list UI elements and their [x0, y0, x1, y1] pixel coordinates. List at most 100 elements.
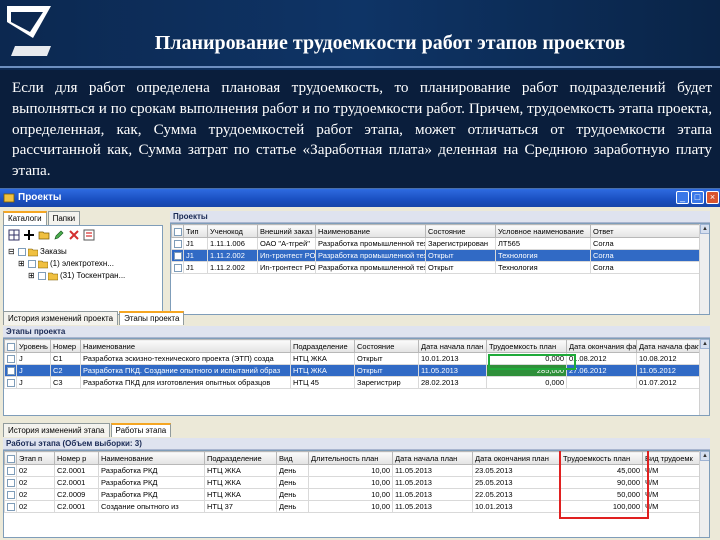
column-header[interactable]: Номер р	[54, 451, 99, 465]
projects-scrollbar[interactable]: ▲	[699, 224, 709, 314]
close-button[interactable]: ×	[706, 191, 719, 204]
stages-scrollbar[interactable]: ▲	[699, 339, 709, 415]
tab-project-history[interactable]: История изменений проекта	[3, 311, 119, 325]
row-checkbox[interactable]	[7, 467, 15, 475]
column-header[interactable]: Уровень	[16, 339, 51, 353]
table-cell: 10,00	[308, 500, 393, 513]
app-icon	[3, 193, 15, 203]
column-header[interactable]: Состояние	[354, 339, 419, 353]
tree-item-electro[interactable]: ⊞ (1) электротехн...	[8, 258, 125, 270]
row-checkbox[interactable]	[7, 479, 15, 487]
filter-icon[interactable]	[83, 229, 95, 241]
column-header[interactable]: Тип	[183, 224, 208, 238]
stages-grid-panel: Уровень Номер Наименование Подразделение…	[3, 338, 710, 416]
column-header[interactable]: Наименование	[80, 339, 291, 353]
table-row-selected[interactable]: J C2 Разработка ПКД. Создание опытного и…	[4, 364, 700, 377]
row-checkbox[interactable]	[174, 240, 182, 248]
tab-folders[interactable]: Папки	[47, 211, 81, 225]
column-header[interactable]: Дата окончания факт	[566, 339, 637, 353]
table-row-selected[interactable]: J1 1.11.2.002 Иn-тронтест РО Разработка …	[171, 249, 700, 262]
work-tabs: История изменений этапа Работы этапа	[3, 423, 172, 437]
tree-checkbox[interactable]	[38, 272, 46, 280]
column-header[interactable]: Вид	[276, 451, 309, 465]
stage-tabs: История изменений проекта Этапы проекта	[3, 311, 185, 325]
tree-item-orders[interactable]: ⊟ Заказы	[8, 246, 125, 258]
table-cell: 02	[16, 488, 55, 501]
column-header[interactable]: Дата начала план	[392, 451, 473, 465]
tree-item-label: (1) электротехн...	[50, 259, 114, 268]
column-header[interactable]: Дата окончания план	[472, 451, 561, 465]
table-row[interactable]: J1 1.11.1.006 ОАО "А-тгрей" Разработка п…	[171, 237, 700, 250]
table-cell: Разработка ПКД для изготовления опытных …	[80, 376, 291, 389]
row-checkbox[interactable]	[7, 355, 15, 363]
column-header[interactable]: Условное наименование	[495, 224, 591, 238]
row-checkbox[interactable]	[7, 379, 15, 387]
tab-stage-history[interactable]: История изменений этапа	[3, 423, 110, 437]
table-cell: 11.05.2013	[392, 488, 473, 501]
column-header[interactable]: Ответ	[590, 224, 700, 238]
table-cell: Ч/М	[642, 464, 700, 477]
slide-header: Планирование трудоемкости работ этапов п…	[0, 0, 720, 70]
catalog-tree-panel: ⊟ Заказы ⊞ (1) электротехн... ⊞ (31) Тос…	[3, 225, 163, 315]
select-all-checkbox[interactable]	[7, 342, 15, 351]
table-cell: C2.0001	[54, 500, 99, 513]
scroll-up-icon[interactable]: ▲	[700, 224, 709, 234]
add-icon[interactable]	[23, 229, 35, 241]
table-cell: НТЦ ЖКА	[290, 352, 355, 365]
row-checkbox[interactable]	[7, 491, 15, 499]
table-cell: НТЦ ЖКА	[204, 476, 277, 489]
column-header[interactable]: Внешний заказ	[257, 224, 316, 238]
scroll-up-icon[interactable]: ▲	[700, 339, 709, 349]
column-header[interactable]: Дата начала факт	[636, 339, 700, 353]
select-all-checkbox[interactable]	[7, 454, 15, 463]
table-cell	[566, 376, 637, 389]
tree-item-tashkent[interactable]: ⊞ (31) Тоскентран...	[8, 270, 125, 282]
column-header[interactable]: Наименование	[98, 451, 205, 465]
column-header[interactable]: Длительность план	[308, 451, 393, 465]
row-checkbox[interactable]	[7, 503, 15, 511]
grid-icon[interactable]	[8, 229, 20, 241]
table-cell: ОАО "А-тгрей"	[257, 237, 316, 250]
tab-project-stages[interactable]: Этапы проекта	[119, 311, 185, 325]
column-header[interactable]: Вид трудоемк	[642, 451, 700, 465]
column-header[interactable]: Подразделение	[290, 339, 355, 353]
table-row[interactable]: J1 1.11.2.002 Иn-тронтест РО Разработка …	[171, 261, 700, 274]
table-row[interactable]: J C3 Разработка ПКД для изготовления опы…	[4, 376, 700, 389]
delete-icon[interactable]	[68, 229, 80, 241]
works-scrollbar[interactable]: ▲	[699, 451, 709, 537]
slide-title: Планирование трудоемкости работ этапов п…	[154, 32, 626, 54]
tab-stage-works[interactable]: Работы этапа	[110, 423, 172, 437]
row-checkbox[interactable]	[7, 367, 15, 375]
column-header[interactable]: Дата начала план	[418, 339, 487, 353]
minimize-button[interactable]: _	[676, 191, 689, 204]
column-header[interactable]: Состояние	[425, 224, 496, 238]
window-titlebar[interactable]: Проекты _ □ ×	[0, 189, 720, 207]
column-header[interactable]: Ученокод	[207, 224, 258, 238]
table-cell: 0,000	[486, 376, 567, 389]
row-checkbox[interactable]	[174, 252, 182, 260]
table-cell: 28.02.2013	[418, 376, 487, 389]
table-cell: Ч/М	[642, 488, 700, 501]
column-header[interactable]: Наименование	[315, 224, 426, 238]
select-all-checkbox[interactable]	[174, 227, 182, 236]
table-cell: ЛТ565	[495, 237, 591, 250]
tab-catalogs[interactable]: Каталоги	[3, 211, 47, 225]
folder-icon	[38, 260, 48, 269]
tree-checkbox[interactable]	[18, 248, 26, 256]
row-checkbox[interactable]	[174, 264, 182, 272]
table-cell: Ч/М	[642, 500, 700, 513]
scroll-up-icon[interactable]: ▲	[700, 451, 709, 461]
column-header[interactable]: Подразделение	[204, 451, 277, 465]
table-cell: C2.0001	[54, 464, 99, 477]
folder-icon[interactable]	[38, 229, 50, 241]
column-header[interactable]: Номер	[50, 339, 81, 353]
table-cell: Зарегистрир	[354, 376, 419, 389]
column-header[interactable]: Этап п	[16, 451, 55, 465]
column-header[interactable]: Трудоемкость план	[486, 339, 567, 353]
maximize-button[interactable]: □	[691, 191, 704, 204]
tree-checkbox[interactable]	[28, 260, 36, 268]
edit-icon[interactable]	[53, 229, 65, 241]
table-row[interactable]: J C1 Разработка эскизно-технического про…	[4, 352, 700, 365]
table-cell: Открыт	[425, 249, 496, 262]
projects-header-row: Тип Ученокод Внешний заказ Наименование …	[171, 224, 700, 238]
